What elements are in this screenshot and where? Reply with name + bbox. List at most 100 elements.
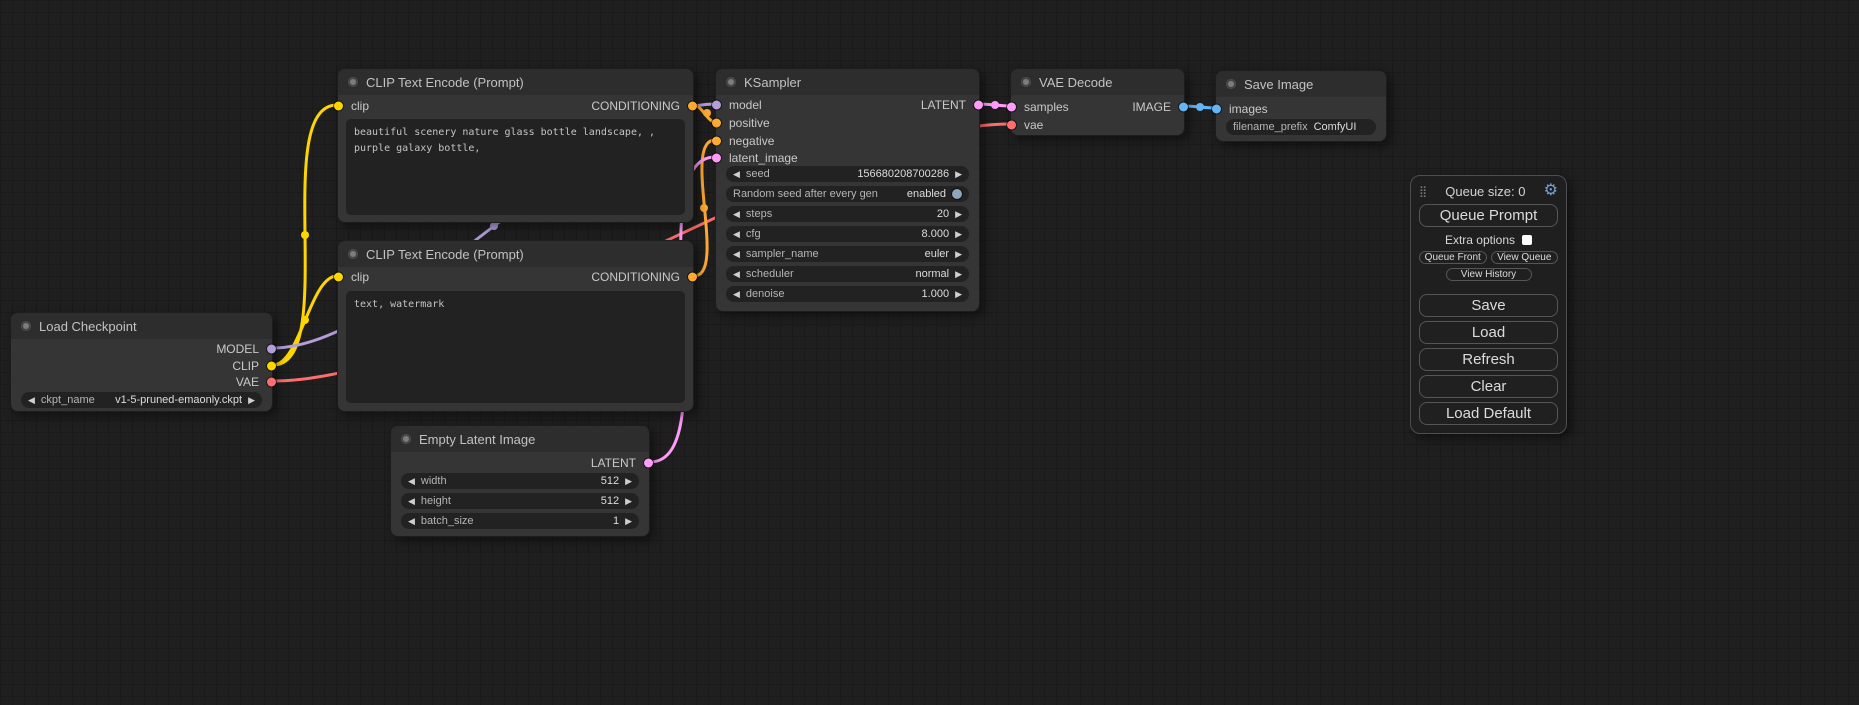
- collapse-dot-icon[interactable]: [348, 77, 358, 87]
- queue-prompt-button[interactable]: Queue Prompt: [1419, 204, 1558, 227]
- node-vae-decode[interactable]: VAE Decode samples vae IMAGE: [1010, 68, 1185, 136]
- widget-sampler-name[interactable]: ◀ sampler_name euler ▶: [726, 246, 969, 262]
- output-socket-clip[interactable]: [267, 362, 276, 371]
- increment-arrow-icon[interactable]: ▶: [955, 170, 962, 179]
- wire-midpoint-dot[interactable]: [1196, 103, 1204, 111]
- node-title-bar[interactable]: Load Checkpoint: [11, 313, 272, 339]
- input-socket-samples[interactable]: [1007, 103, 1016, 112]
- prev-value-arrow-icon[interactable]: ◀: [733, 270, 740, 279]
- wire-midpoint-dot[interactable]: [991, 101, 999, 109]
- input-socket-images[interactable]: [1212, 105, 1221, 114]
- input-socket-vae[interactable]: [1007, 121, 1016, 130]
- output-socket-conditioning[interactable]: [688, 273, 697, 282]
- collapse-dot-icon[interactable]: [1226, 79, 1236, 89]
- input-socket-model[interactable]: [712, 101, 721, 110]
- slot-label: CONDITIONING: [591, 99, 680, 113]
- save-button[interactable]: Save: [1419, 294, 1558, 317]
- output-socket-vae[interactable]: [267, 378, 276, 387]
- next-value-arrow-icon[interactable]: ▶: [248, 396, 255, 405]
- decrement-arrow-icon[interactable]: ◀: [408, 497, 415, 506]
- view-queue-button[interactable]: View Queue: [1491, 251, 1559, 264]
- next-value-arrow-icon[interactable]: ▶: [955, 270, 962, 279]
- collapse-dot-icon[interactable]: [348, 249, 358, 259]
- load-default-button[interactable]: Load Default: [1419, 402, 1558, 425]
- prev-value-arrow-icon[interactable]: ◀: [733, 250, 740, 259]
- increment-arrow-icon[interactable]: ▶: [625, 477, 632, 486]
- widget-ckpt-name[interactable]: ◀ ckpt_name v1-5-pruned-emaonly.ckpt ▶: [21, 392, 262, 408]
- increment-arrow-icon[interactable]: ▶: [625, 517, 632, 526]
- queue-front-button[interactable]: Queue Front: [1419, 251, 1487, 264]
- wire-midpoint-dot[interactable]: [703, 109, 711, 117]
- collapse-dot-icon[interactable]: [1021, 77, 1031, 87]
- decrement-arrow-icon[interactable]: ◀: [408, 517, 415, 526]
- widget-batch-size[interactable]: ◀ batch_size 1 ▶: [401, 513, 639, 529]
- input-socket-positive[interactable]: [712, 119, 721, 128]
- collapse-dot-icon[interactable]: [401, 434, 411, 444]
- prev-value-arrow-icon[interactable]: ◀: [28, 396, 35, 405]
- node-ksampler[interactable]: KSampler model positive negative latent_…: [715, 68, 980, 312]
- settings-gear-icon[interactable]: ⚙: [1544, 183, 1558, 199]
- output-socket-latent[interactable]: [974, 101, 983, 110]
- node-clip-text-encode-negative[interactable]: CLIP Text Encode (Prompt) clip CONDITION…: [337, 240, 694, 412]
- negative-prompt-textarea[interactable]: text, watermark: [346, 291, 685, 403]
- load-button[interactable]: Load: [1419, 321, 1558, 344]
- increment-arrow-icon[interactable]: ▶: [955, 210, 962, 219]
- wire-midpoint-dot[interactable]: [301, 231, 309, 239]
- collapse-dot-icon[interactable]: [726, 77, 736, 87]
- widget-value: 8.000: [922, 228, 950, 240]
- increment-arrow-icon[interactable]: ▶: [955, 230, 962, 239]
- decrement-arrow-icon[interactable]: ◀: [733, 290, 740, 299]
- drag-handle-icon[interactable]: ⣿: [1419, 185, 1427, 198]
- decrement-arrow-icon[interactable]: ◀: [733, 230, 740, 239]
- widget-steps[interactable]: ◀ steps 20 ▶: [726, 206, 969, 222]
- decrement-arrow-icon[interactable]: ◀: [733, 210, 740, 219]
- output-socket-latent[interactable]: [644, 459, 653, 468]
- wire-midpoint-dot[interactable]: [301, 316, 309, 324]
- widget-random-seed-toggle[interactable]: Random seed after every gen enabled: [726, 186, 969, 202]
- input-socket-negative[interactable]: [712, 137, 721, 146]
- decrement-arrow-icon[interactable]: ◀: [733, 170, 740, 179]
- widget-label: seed: [746, 168, 770, 180]
- node-title-bar[interactable]: CLIP Text Encode (Prompt): [338, 69, 693, 95]
- widget-height[interactable]: ◀ height 512 ▶: [401, 493, 639, 509]
- node-save-image[interactable]: Save Image images filename_prefix ComfyU…: [1215, 70, 1387, 142]
- increment-arrow-icon[interactable]: ▶: [955, 290, 962, 299]
- input-socket-latent-image[interactable]: [712, 154, 721, 163]
- widget-label: filename_prefix: [1233, 121, 1308, 133]
- positive-prompt-textarea[interactable]: beautiful scenery nature glass bottle la…: [346, 119, 685, 215]
- view-history-button[interactable]: View History: [1446, 268, 1532, 281]
- node-title-bar[interactable]: KSampler: [716, 69, 979, 95]
- input-socket-clip[interactable]: [334, 102, 343, 111]
- output-socket-conditioning[interactable]: [688, 102, 697, 111]
- node-title-bar[interactable]: VAE Decode: [1011, 69, 1184, 95]
- widget-scheduler[interactable]: ◀ scheduler normal ▶: [726, 266, 969, 282]
- widget-seed[interactable]: ◀ seed 156680208700286 ▶: [726, 166, 969, 182]
- node-clip-text-encode-positive[interactable]: CLIP Text Encode (Prompt) clip CONDITION…: [337, 68, 694, 223]
- extra-options-checkbox[interactable]: [1522, 235, 1532, 245]
- node-title-bar[interactable]: CLIP Text Encode (Prompt): [338, 241, 693, 267]
- decrement-arrow-icon[interactable]: ◀: [408, 477, 415, 486]
- increment-arrow-icon[interactable]: ▶: [625, 497, 632, 506]
- refresh-button[interactable]: Refresh: [1419, 348, 1558, 371]
- input-socket-clip[interactable]: [334, 273, 343, 282]
- clear-button[interactable]: Clear: [1419, 375, 1558, 398]
- node-load-checkpoint[interactable]: Load Checkpoint MODEL CLIP VAE ◀ ckpt_na…: [10, 312, 273, 412]
- wire-midpoint-dot[interactable]: [700, 204, 708, 212]
- widget-value: normal: [915, 268, 949, 280]
- node-title-bar[interactable]: Save Image: [1216, 71, 1386, 97]
- node-title: CLIP Text Encode (Prompt): [366, 75, 524, 90]
- widget-width[interactable]: ◀ width 512 ▶: [401, 473, 639, 489]
- wire-midpoint-dot[interactable]: [490, 222, 498, 230]
- widget-cfg[interactable]: ◀ cfg 8.000 ▶: [726, 226, 969, 242]
- node-title: VAE Decode: [1039, 75, 1112, 90]
- collapse-dot-icon[interactable]: [21, 321, 31, 331]
- output-socket-image[interactable]: [1179, 103, 1188, 112]
- toggle-dot-icon[interactable]: [952, 189, 962, 199]
- widget-denoise[interactable]: ◀ denoise 1.000 ▶: [726, 286, 969, 302]
- node-empty-latent-image[interactable]: Empty Latent Image LATENT ◀ width 512 ▶ …: [390, 425, 650, 537]
- widget-filename-prefix[interactable]: filename_prefix ComfyUI: [1226, 119, 1376, 135]
- node-title-bar[interactable]: Empty Latent Image: [391, 426, 649, 452]
- output-socket-model[interactable]: [267, 345, 276, 354]
- output-slot-latent: LATENT: [921, 98, 979, 112]
- next-value-arrow-icon[interactable]: ▶: [955, 250, 962, 259]
